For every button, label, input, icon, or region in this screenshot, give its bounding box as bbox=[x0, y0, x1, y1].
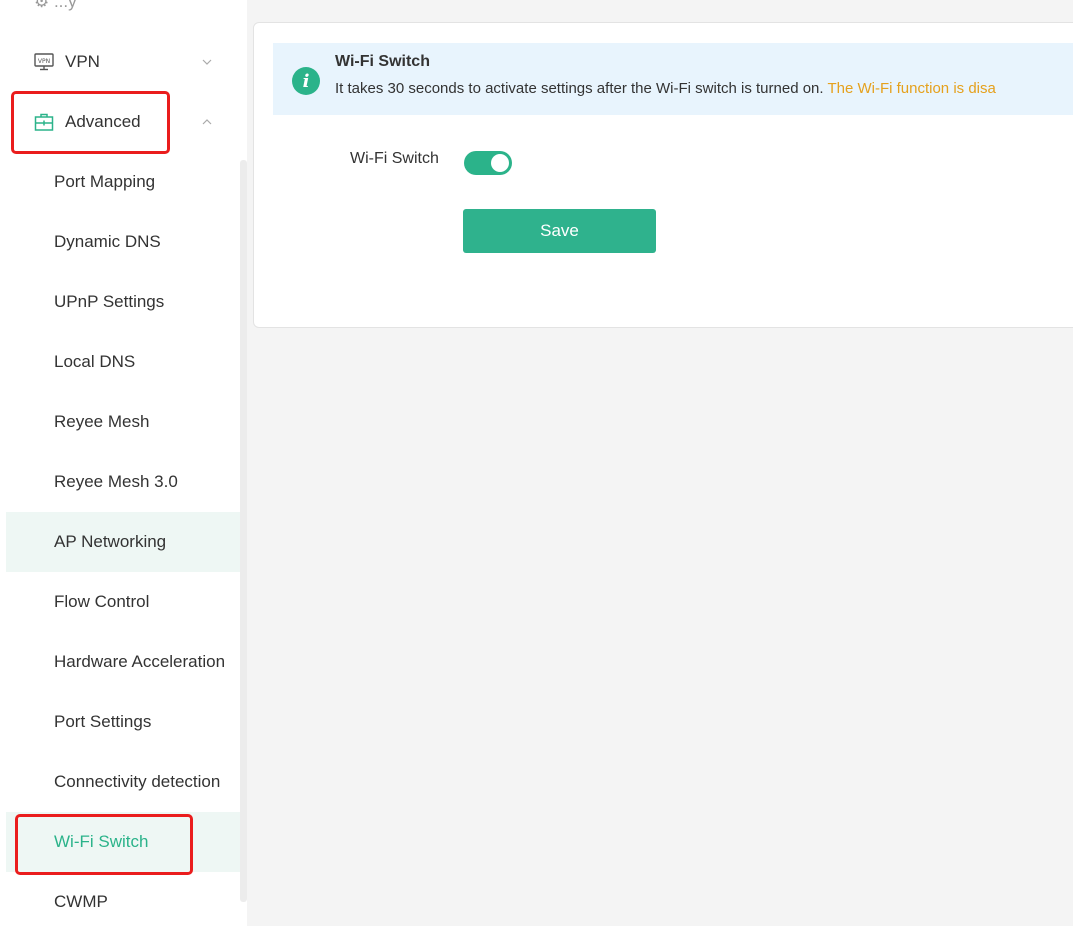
sidebar-group-label: VPN bbox=[65, 52, 100, 71]
sidebar-item-reyee-mesh-3[interactable]: Reyee Mesh 3.0 bbox=[6, 452, 240, 512]
chevron-down-icon bbox=[202, 59, 212, 65]
alert-title: Wi-Fi Switch bbox=[335, 53, 430, 70]
main-content: i Wi-Fi Switch It takes 30 seconds to ac… bbox=[247, 0, 1073, 926]
settings-card: i Wi-Fi Switch It takes 30 seconds to ac… bbox=[253, 22, 1073, 328]
sidebar-item-hardware-acceleration[interactable]: Hardware Acceleration bbox=[6, 632, 240, 692]
sidebar-scrollbar[interactable] bbox=[240, 160, 247, 902]
info-alert: i Wi-Fi Switch It takes 30 seconds to ac… bbox=[273, 43, 1073, 115]
sidebar-group-vpn[interactable]: VPN VPN bbox=[0, 32, 240, 92]
chevron-up-icon bbox=[202, 119, 212, 125]
sidebar-item-cwmp[interactable]: CWMP bbox=[6, 872, 240, 926]
alert-warning-text: The Wi-Fi function is disa bbox=[827, 80, 996, 97]
sidebar-item-reyee-mesh[interactable]: Reyee Mesh bbox=[6, 392, 240, 452]
wifi-switch-label: Wi-Fi Switch bbox=[350, 150, 439, 167]
sidebar-item-wifi-switch[interactable]: Wi-Fi Switch bbox=[6, 812, 240, 872]
sidebar-item-connectivity-detection[interactable]: Connectivity detection bbox=[6, 752, 240, 812]
partial-menu-item[interactable]: ⚙ ...y bbox=[34, 0, 77, 12]
sidebar-item-ap-networking[interactable]: AP Networking bbox=[6, 512, 240, 572]
sidebar-item-upnp-settings[interactable]: UPnP Settings bbox=[6, 272, 240, 332]
svg-text:VPN: VPN bbox=[38, 58, 50, 65]
wifi-switch-toggle[interactable] bbox=[464, 151, 512, 175]
toggle-knob bbox=[491, 154, 509, 172]
sidebar-group-label: Advanced bbox=[65, 112, 141, 131]
sidebar-item-flow-control[interactable]: Flow Control bbox=[6, 572, 240, 632]
save-button[interactable]: Save bbox=[463, 209, 656, 253]
alert-description-text: It takes 30 seconds to activate settings… bbox=[335, 80, 828, 97]
sidebar-item-port-mapping[interactable]: Port Mapping bbox=[6, 152, 240, 212]
sidebar-item-dynamic-dns[interactable]: Dynamic DNS bbox=[6, 212, 240, 272]
info-icon: i bbox=[292, 67, 320, 95]
sidebar: ⚙ ...y VPN VPN Advanced Port Mapping Dyn… bbox=[0, 0, 240, 926]
sidebar-item-port-settings[interactable]: Port Settings bbox=[6, 692, 240, 752]
sidebar-group-advanced[interactable]: Advanced bbox=[0, 92, 240, 152]
sidebar-item-local-dns[interactable]: Local DNS bbox=[6, 332, 240, 392]
alert-description: It takes 30 seconds to activate settings… bbox=[335, 80, 996, 97]
toolbox-icon bbox=[34, 112, 54, 132]
vpn-icon: VPN bbox=[34, 52, 54, 72]
